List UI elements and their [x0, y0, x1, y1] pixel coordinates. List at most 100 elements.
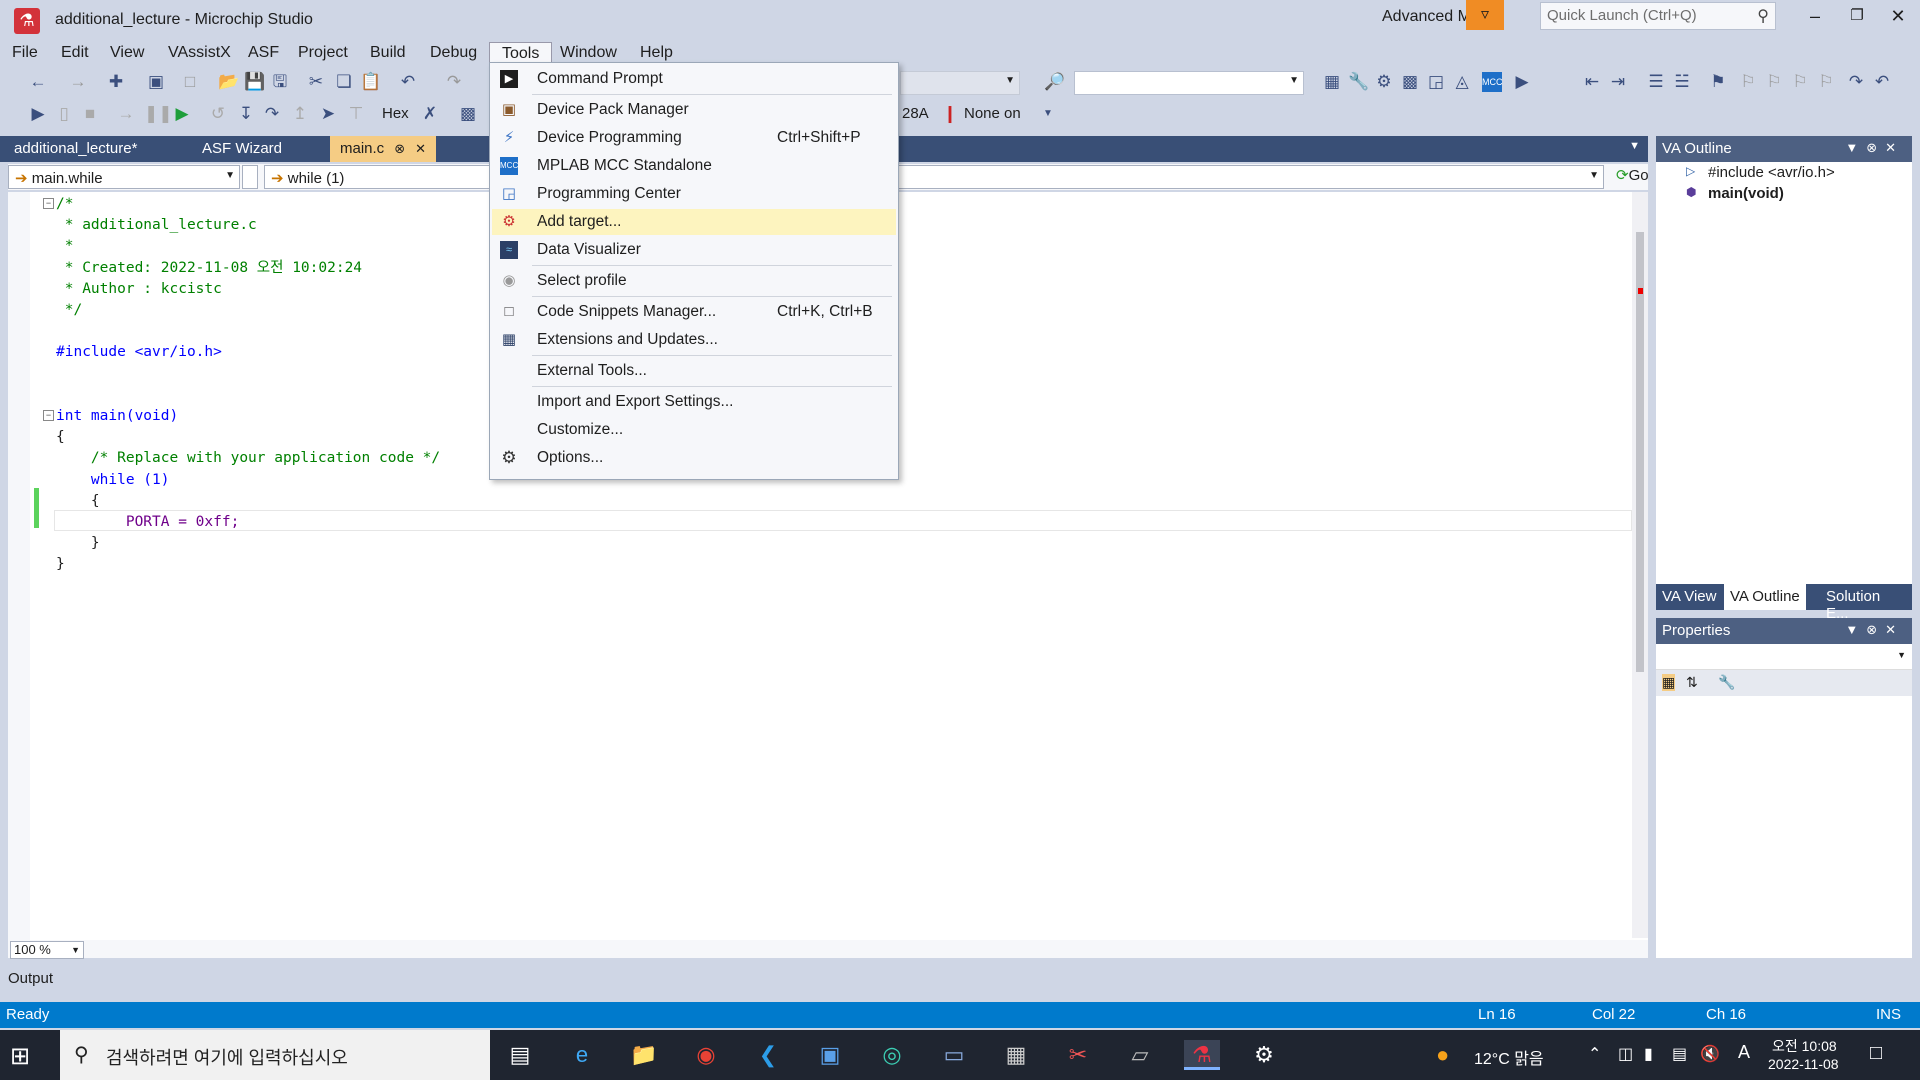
breakpoints-icon[interactable]: ✗: [420, 104, 440, 124]
copy-icon[interactable]: ❏: [334, 72, 354, 92]
undo-icon[interactable]: ↶: [398, 72, 418, 92]
step-out-icon[interactable]: ↥: [290, 104, 310, 124]
solution-config-combo[interactable]: ▼: [900, 71, 1020, 95]
find-in-files-icon[interactable]: 🔎: [1044, 72, 1065, 92]
next-folder-bookmark-icon[interactable]: ⚐: [1816, 72, 1836, 92]
menu-item-external-tools[interactable]: External Tools...: [492, 358, 896, 384]
internet-explorer-icon[interactable]: e: [564, 1040, 600, 1070]
ime-indicator[interactable]: A: [1738, 1042, 1750, 1063]
menu-asf[interactable]: ASF: [236, 42, 291, 66]
properties-object-combo[interactable]: ▼: [1656, 644, 1912, 670]
cut-icon[interactable]: ✂: [306, 72, 326, 92]
scope-combo[interactable]: ➔ main.while ▼: [8, 165, 240, 189]
fold-toggle[interactable]: −: [43, 410, 54, 421]
device-name-suffix[interactable]: 28A: [902, 105, 929, 122]
save-icon[interactable]: 💾: [244, 72, 265, 92]
menu-item-data-visualizer[interactable]: ≈ Data Visualizer: [492, 237, 896, 263]
forward-icon[interactable]: →: [68, 72, 88, 92]
calculator-icon[interactable]: ▦: [998, 1040, 1034, 1070]
microchip-studio-taskbar-icon[interactable]: ⚗: [1184, 1040, 1220, 1070]
categorized-icon[interactable]: ▦: [1662, 674, 1676, 691]
solution-explorer-icon[interactable]: ▦: [1322, 72, 1342, 92]
tab-solution-explorer[interactable]: Solution E...: [1820, 584, 1912, 622]
device-icon[interactable]: ⚙: [1374, 72, 1394, 92]
snipping-tool-icon[interactable]: ✂: [1060, 1040, 1096, 1070]
stop-icon[interactable]: ■: [80, 104, 100, 124]
find-combo[interactable]: ▼: [1074, 71, 1304, 95]
tool-select-icon[interactable]: ▩: [458, 104, 478, 124]
menu-item-mplab-mcc[interactable]: MCC MPLAB MCC Standalone: [492, 153, 896, 179]
vertical-scrollbar[interactable]: [1632, 192, 1648, 938]
app-icon[interactable]: ▱: [1122, 1040, 1158, 1070]
tray-chevron-up-icon[interactable]: ⌃: [1588, 1044, 1601, 1064]
outdent-icon[interactable]: ⇤: [1582, 72, 1602, 92]
scrollbar-thumb[interactable]: [1636, 232, 1644, 672]
menu-file[interactable]: File: [0, 42, 50, 66]
close-icon[interactable]: ✕: [415, 141, 426, 156]
outline-item-include[interactable]: ▷ #include <avr/io.h>: [1656, 162, 1912, 183]
save-all-icon[interactable]: 🖫: [270, 72, 290, 92]
chevron-down-icon[interactable]: ▼: [1629, 140, 1640, 152]
chevron-down-icon[interactable]: ▼: [1038, 104, 1058, 124]
redo-icon[interactable]: ↷: [444, 72, 464, 92]
filter-icon[interactable]: ▿: [1466, 0, 1504, 30]
mcc-icon[interactable]: MCC: [1482, 72, 1503, 92]
paste-icon[interactable]: 📋: [360, 72, 381, 92]
scope-spinner[interactable]: [242, 165, 258, 189]
clock-time[interactable]: 오전 10:08: [1772, 1036, 1837, 1056]
open-folder-icon[interactable]: 📂: [218, 72, 239, 92]
output-panel-tab[interactable]: Output: [0, 960, 1920, 1000]
uncomment-icon[interactable]: ☱: [1672, 72, 1692, 92]
windows-start-icon[interactable]: ⊞: [10, 1042, 30, 1071]
tab-main-c[interactable]: main.c ⊗ ✕: [330, 136, 436, 162]
menu-item-device-programming[interactable]: ⚡ Device Programming Ctrl+Shift+P: [492, 125, 896, 151]
pin-icon[interactable]: ⊗: [394, 141, 405, 156]
restore-button[interactable]: ❐: [1837, 6, 1877, 24]
close-window-button[interactable]: ✕: [1878, 6, 1918, 27]
prev-folder-bookmark-icon[interactable]: ⚐: [1790, 72, 1810, 92]
menu-item-extensions[interactable]: ▦ Extensions and Updates...: [492, 327, 896, 353]
new-project-icon[interactable]: ✚: [106, 72, 126, 92]
menu-item-customize[interactable]: Customize...: [492, 417, 896, 443]
menu-item-import-export[interactable]: Import and Export Settings...: [492, 389, 896, 415]
menu-debug[interactable]: Debug: [418, 42, 489, 66]
tab-additional-lecture[interactable]: additional_lecture*: [4, 136, 147, 162]
device-icon[interactable]: ▯: [54, 104, 74, 124]
tab-va-view[interactable]: VA View: [1656, 584, 1722, 610]
zoom-combo[interactable]: 100 % ▼: [10, 941, 84, 959]
prev-bookmark-icon[interactable]: ⚐: [1738, 72, 1758, 92]
file-explorer-icon[interactable]: 📁: [626, 1040, 662, 1070]
restart-icon[interactable]: ↺: [208, 104, 228, 124]
terminal-icon[interactable]: ▶: [1512, 72, 1532, 92]
outline-item-main[interactable]: ⬢ main(void): [1656, 183, 1912, 204]
property-pages-icon[interactable]: 🔧: [1718, 674, 1735, 691]
bookmark-icon[interactable]: ⚑: [1708, 72, 1728, 92]
quick-launch-input[interactable]: Quick Launch (Ctrl+Q) ⚲: [1540, 2, 1776, 30]
minimize-button[interactable]: –: [1795, 6, 1835, 27]
tool-icon[interactable]: ❙: [940, 104, 960, 124]
edge-icon[interactable]: ◎: [874, 1040, 910, 1070]
tool-icon[interactable]: ◬: [1452, 72, 1472, 92]
alphabetical-icon[interactable]: ⇅: [1686, 674, 1698, 691]
chrome-icon[interactable]: ◉: [688, 1040, 724, 1070]
menu-item-device-pack-manager[interactable]: ▣ Device Pack Manager: [492, 97, 896, 123]
weather-text[interactable]: 12°C 맑음: [1474, 1045, 1544, 1069]
step-over-icon[interactable]: ↷: [262, 104, 282, 124]
menu-view[interactable]: View: [98, 42, 156, 66]
menu-project[interactable]: Project: [286, 42, 360, 66]
hex-toggle[interactable]: Hex: [382, 105, 409, 122]
notes-icon[interactable]: ▭: [936, 1040, 972, 1070]
step-icon[interactable]: →: [116, 104, 136, 124]
menu-item-code-snippets[interactable]: □ Code Snippets Manager... Ctrl+K, Ctrl+…: [492, 299, 896, 325]
tab-asf-wizard[interactable]: ASF Wizard: [192, 136, 292, 162]
search-icon[interactable]: ⚲: [1757, 6, 1769, 26]
horizontal-scrollbar[interactable]: 100 % ▼: [8, 940, 1648, 959]
pause-icon[interactable]: ❚❚: [144, 104, 173, 124]
programmer-icon[interactable]: ◲: [1426, 72, 1446, 92]
volume-muted-icon[interactable]: 🔇: [1700, 1044, 1720, 1064]
menu-item-add-target[interactable]: ⚙ Add target...: [492, 209, 896, 235]
tool-none-on[interactable]: None on: [964, 105, 1021, 122]
new-file-icon[interactable]: □: [180, 72, 200, 92]
comment-icon[interactable]: ☰: [1646, 72, 1666, 92]
menu-item-options[interactable]: ⚙ Options...: [492, 445, 896, 471]
